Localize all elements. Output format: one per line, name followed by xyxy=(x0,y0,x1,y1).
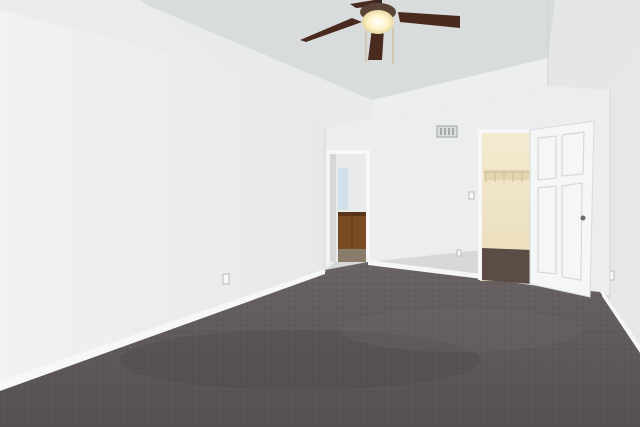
hvac-vent xyxy=(436,125,458,138)
door-knob xyxy=(580,215,586,221)
wall-outlet-right xyxy=(609,270,615,281)
bathroom-doorway xyxy=(326,150,370,262)
fan-light xyxy=(362,10,394,34)
bathroom-window xyxy=(338,168,348,210)
vanity-cabinet xyxy=(338,212,368,249)
wall-outlet-back xyxy=(456,249,462,257)
right-wall xyxy=(610,50,640,352)
closet-door xyxy=(529,120,595,298)
light-switch xyxy=(468,191,475,200)
closet-doorway xyxy=(478,129,538,284)
wall-outlet xyxy=(222,273,230,285)
room-photo xyxy=(0,0,640,427)
